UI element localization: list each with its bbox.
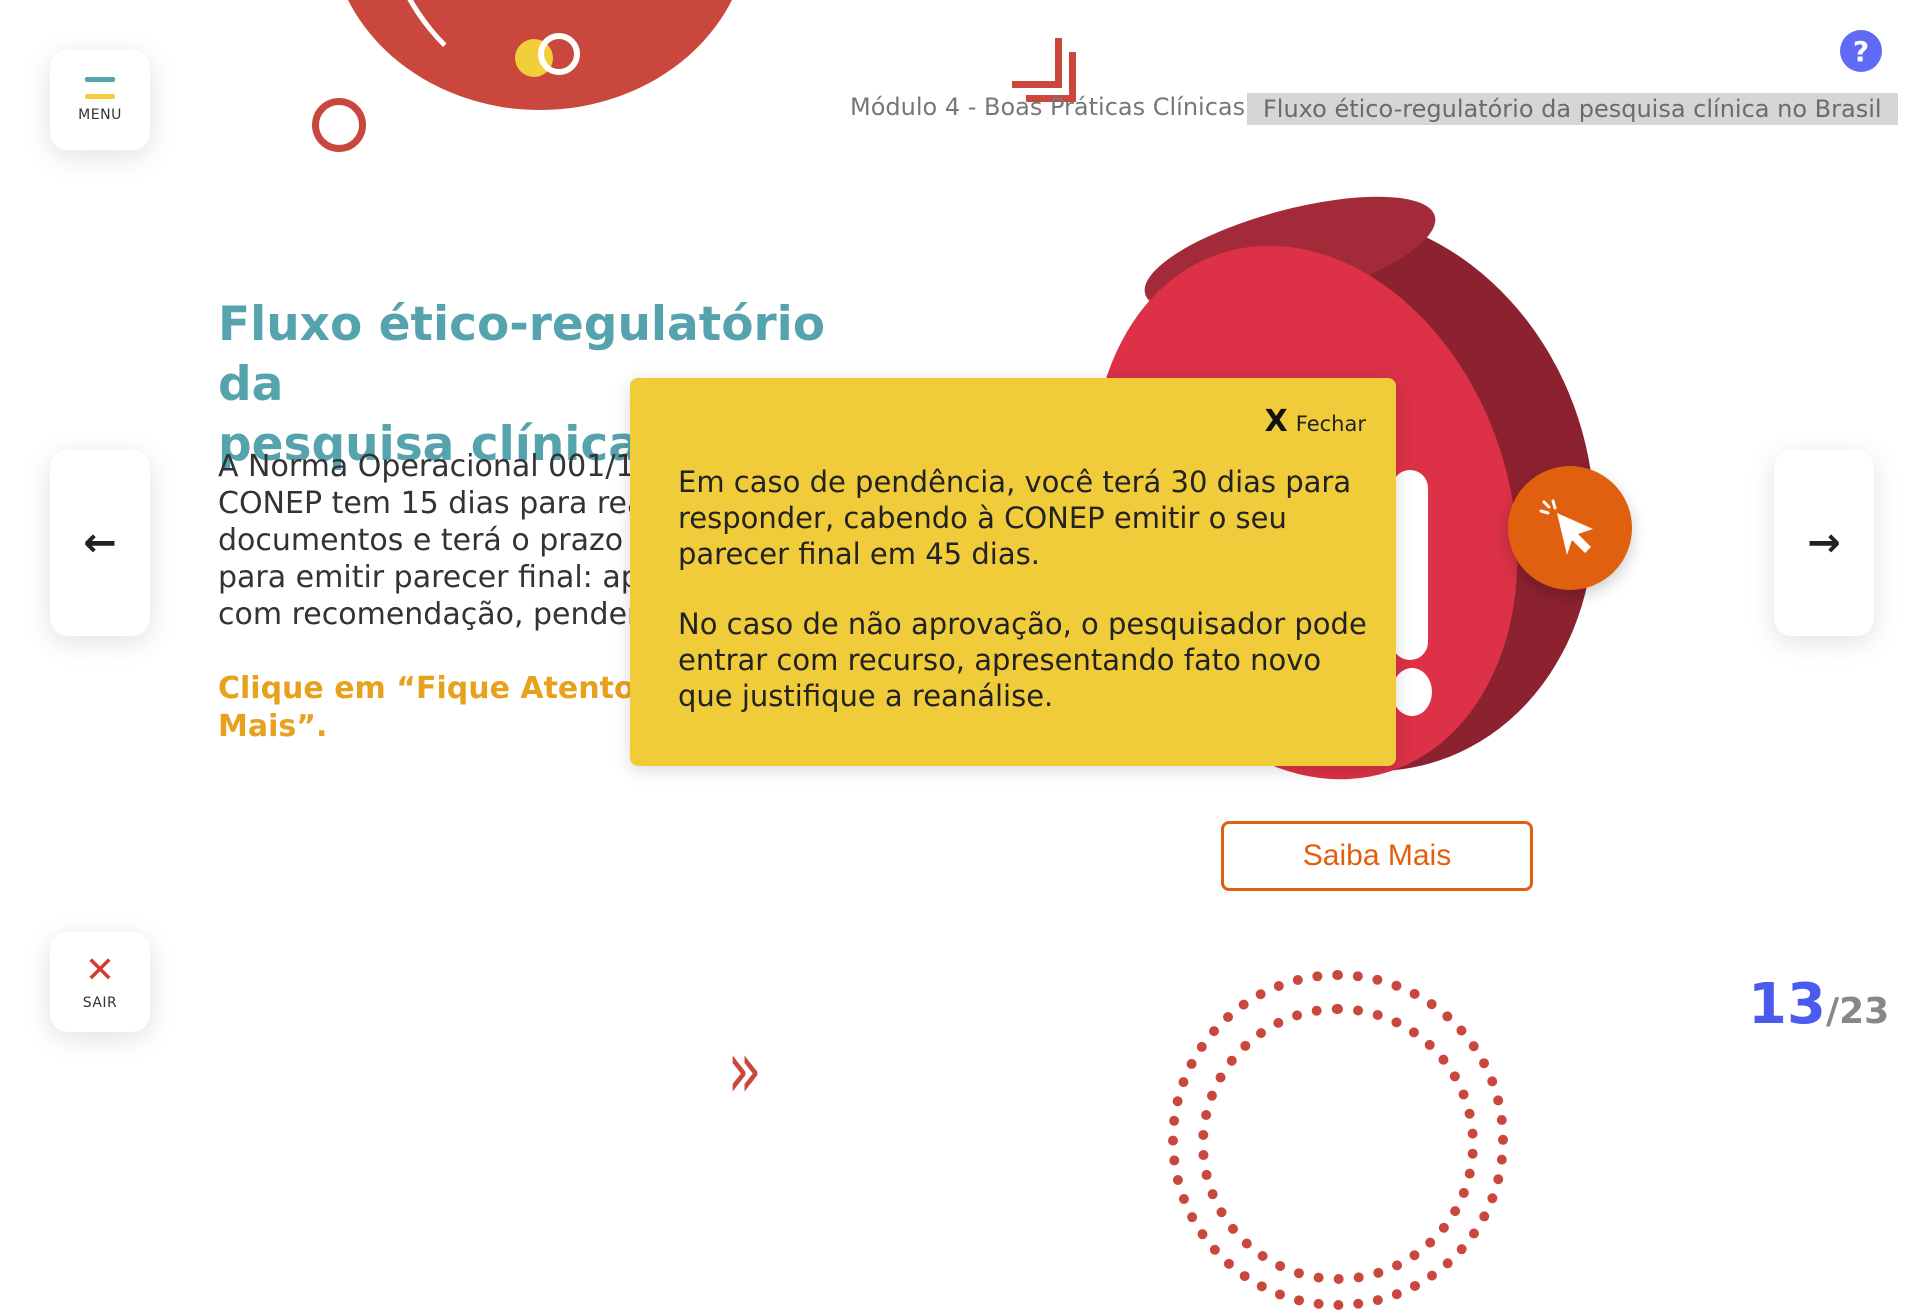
decorative-dotted-ring: [1198, 1004, 1478, 1284]
decorative-ring: [538, 33, 580, 75]
decorative-ring-small: [312, 98, 366, 152]
breadcrumb-module: Módulo 4 - Boas Práticas Clínicas: [850, 93, 1246, 121]
breadcrumb-topic: Fluxo ético-regulatório da pesquisa clín…: [1247, 93, 1898, 125]
next-page-button[interactable]: →: [1774, 450, 1874, 636]
popup-close-label: Fechar: [1295, 412, 1366, 436]
popup-close-button[interactable]: X Fechar: [1265, 404, 1366, 439]
popup-paragraph: Em caso de pendência, você terá 30 dias …: [678, 465, 1352, 571]
arrow-left-icon: ←: [83, 520, 117, 566]
arrow-right-icon: →: [1807, 520, 1841, 566]
menu-button[interactable]: MENU: [50, 50, 150, 150]
saiba-mais-button[interactable]: Saiba Mais: [1221, 821, 1533, 891]
previous-page-button[interactable]: ←: [50, 450, 150, 636]
help-button[interactable]: ?: [1840, 30, 1882, 72]
fique-atento-button[interactable]: [1508, 466, 1632, 590]
exit-button[interactable]: ✕ SAIR: [50, 932, 150, 1032]
exclamation-dot: [1392, 668, 1432, 716]
decorative-chevrons: »: [727, 1023, 762, 1116]
close-icon: ✕: [84, 950, 116, 991]
cursor-click-icon: [1539, 499, 1593, 555]
page-counter: 13/23: [1748, 972, 1889, 1037]
current-page: 13: [1748, 972, 1826, 1037]
total-pages: /23: [1825, 991, 1890, 1032]
menu-icon: [85, 77, 115, 99]
question-icon: ?: [1852, 34, 1870, 68]
exclamation-bar: [1392, 470, 1428, 660]
popup-paragraph: No caso de não aprovação, o pesquisador …: [678, 607, 1367, 713]
menu-label: MENU: [78, 107, 122, 123]
exit-label: SAIR: [82, 995, 118, 1011]
info-popup: X Fechar Em caso de pendência, você terá…: [630, 378, 1396, 766]
close-icon: X: [1264, 404, 1288, 439]
